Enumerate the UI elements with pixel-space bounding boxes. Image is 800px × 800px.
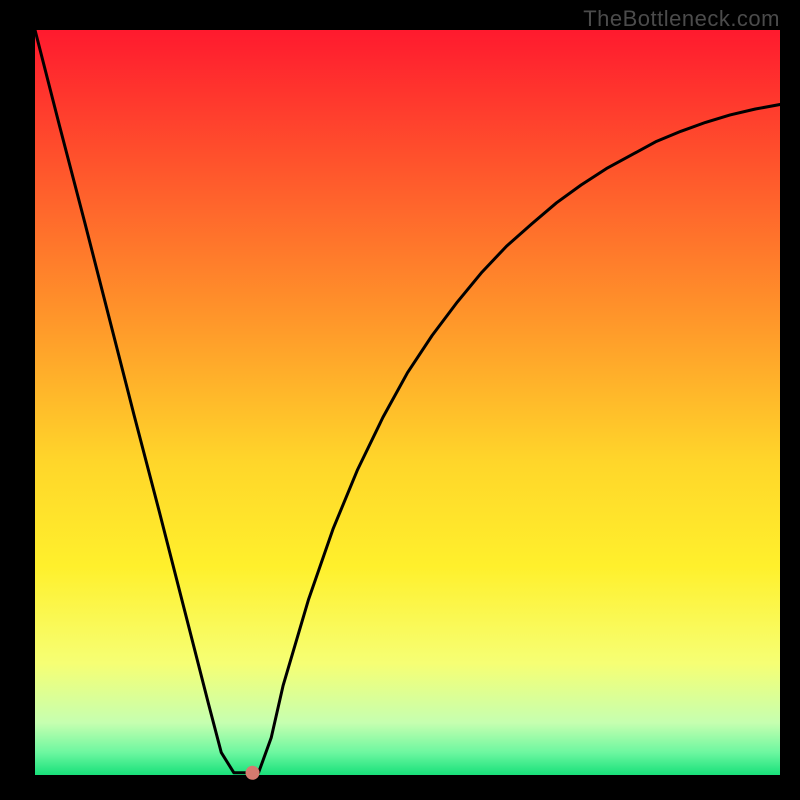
optimal-point-marker [246, 766, 260, 780]
chart-frame: TheBottleneck.com [0, 0, 800, 800]
bottleneck-chart [0, 0, 800, 800]
watermark-label: TheBottleneck.com [583, 6, 780, 32]
plot-background [35, 30, 780, 775]
